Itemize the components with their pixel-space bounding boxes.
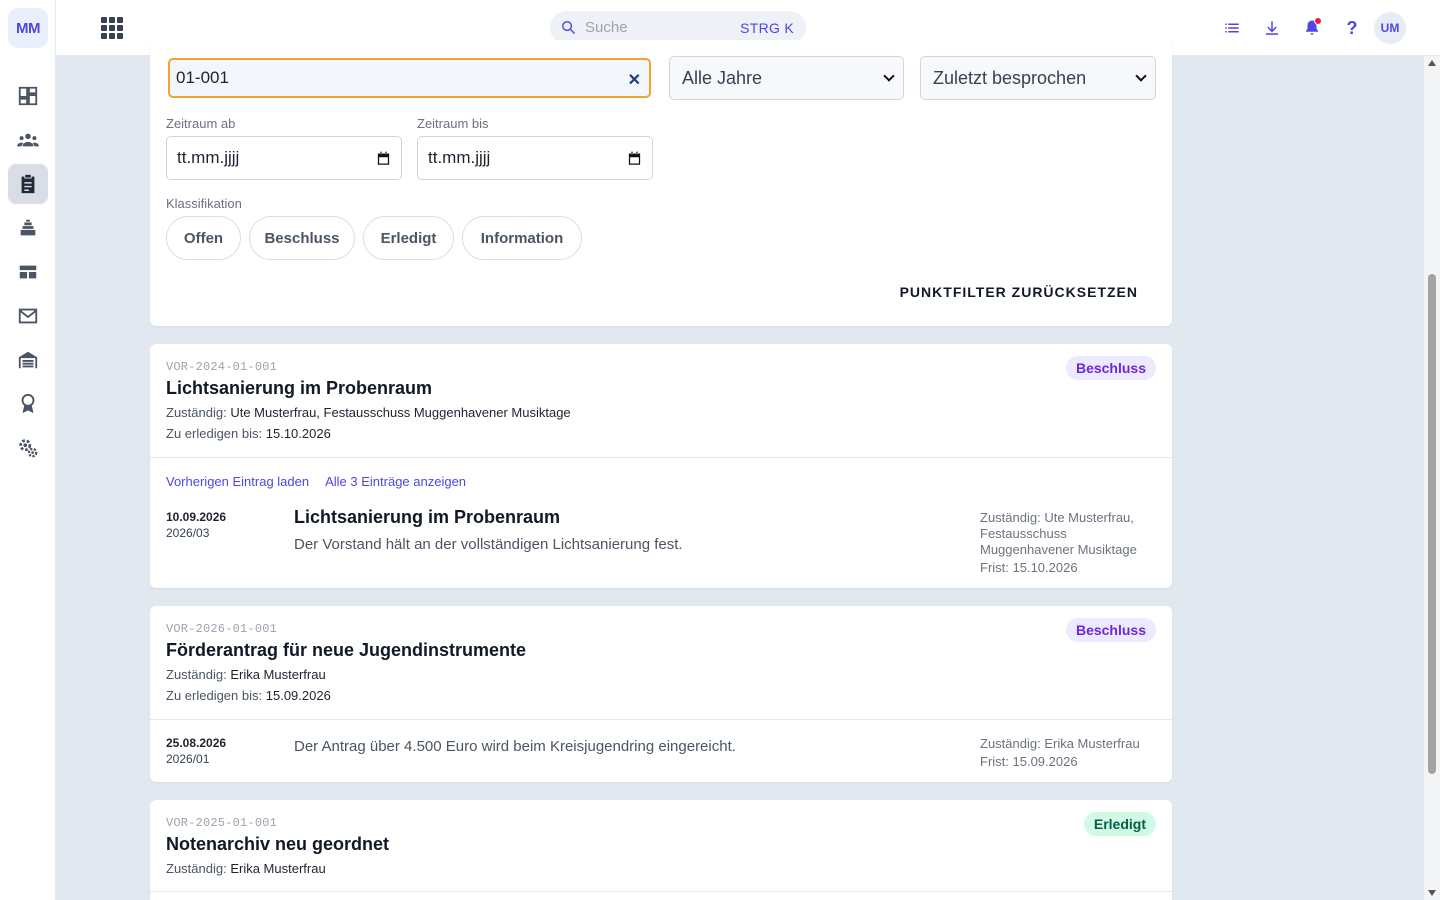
- item-responsible: Zuständig: Ute Musterfrau, Festausschuss…: [166, 405, 571, 420]
- item-code: VOR-2026-01-001: [166, 622, 278, 636]
- agenda-item-card: VOR-2026-01-001 Förderantrag für neue Ju…: [150, 606, 1172, 782]
- scroll-thumb[interactable]: [1428, 274, 1436, 774]
- item-title[interactable]: Lichtsanierung im Probenraum: [166, 378, 1156, 399]
- query-input[interactable]: 01-001 ✕: [168, 58, 651, 98]
- entry-date: 10.09.2026 2026/03: [166, 510, 227, 540]
- search-icon: [562, 21, 576, 35]
- entry-date: 25.08.2026 2026/01: [166, 736, 227, 766]
- award-icon: [21, 393, 35, 414]
- nav-members[interactable]: [8, 120, 48, 160]
- calendar-icon[interactable]: [627, 151, 642, 166]
- chevron-down-icon: [883, 70, 895, 82]
- search-shortcut: STRG K: [740, 19, 794, 36]
- entry-side-info: Zuständig: Ute Musterfrau, Festausschuss…: [980, 510, 1137, 575]
- item-due: Zu erledigen bis: 15.09.2026: [166, 688, 331, 703]
- search-placeholder: Suche: [585, 19, 628, 36]
- status-badge: Beschluss: [1065, 618, 1156, 642]
- entry-side-info: Zuständig: Erika Musterfrau Frist: 15.09…: [980, 736, 1140, 769]
- nav-buildings[interactable]: [8, 340, 48, 380]
- nav-tables[interactable]: [8, 252, 48, 292]
- calendar-icon[interactable]: [376, 151, 391, 166]
- nav-protocols[interactable]: [8, 164, 48, 204]
- item-title[interactable]: Notenarchiv neu geordnet: [166, 834, 1156, 855]
- clipboard-icon: [21, 174, 35, 194]
- chip-erledigt[interactable]: Erledigt: [363, 216, 454, 260]
- agenda-item-card: VOR-2025-01-001 Notenarchiv neu geordnet…: [150, 800, 1172, 900]
- status-badge: Erledigt: [1083, 812, 1156, 836]
- avatar[interactable]: UM: [1374, 12, 1406, 44]
- divider: [150, 891, 1172, 892]
- chip-beschluss[interactable]: Beschluss: [249, 216, 355, 260]
- item-due: Zu erledigen bis: 15.10.2026: [166, 426, 331, 441]
- chip-offen[interactable]: Offen: [166, 216, 241, 260]
- table-icon: [19, 265, 37, 279]
- page-scrollbar[interactable]: [1424, 56, 1440, 900]
- sort-select[interactable]: Zuletzt besprochen: [920, 56, 1156, 100]
- list-icon[interactable]: [1220, 16, 1244, 40]
- filter-panel: 01-001 ✕ Alle Jahre Zuletzt besprochen Z…: [150, 40, 1172, 326]
- entry-title: Lichtsanierung im Probenraum: [294, 507, 561, 527]
- load-previous-link[interactable]: Vorherigen Eintrag laden: [166, 474, 309, 489]
- status-badge: Beschluss: [1065, 356, 1156, 380]
- gear-icon: [19, 439, 38, 458]
- agenda-item-card: VOR-2024-01-001 Lichtsanierung im Proben…: [150, 344, 1172, 588]
- nav-awards[interactable]: [8, 384, 48, 424]
- item-code: VOR-2025-01-001: [166, 816, 278, 830]
- divider: [150, 719, 1172, 720]
- scroll-down-arrow[interactable]: [1428, 890, 1436, 896]
- item-code: VOR-2024-01-001: [166, 360, 278, 374]
- entry-text: Der Antrag über 4.500 Euro wird beim Kre…: [294, 738, 736, 755]
- warehouse-icon: [18, 351, 38, 369]
- help-icon[interactable]: ?: [1340, 16, 1364, 40]
- mail-icon: [18, 308, 38, 324]
- download-icon[interactable]: [1260, 16, 1284, 40]
- nav-settings[interactable]: [8, 428, 48, 468]
- nav-mail[interactable]: [8, 296, 48, 336]
- app-logo[interactable]: MM: [8, 8, 48, 48]
- date-to-input[interactable]: tt.mm.jjjj: [417, 136, 653, 180]
- scroll-up-arrow[interactable]: [1428, 60, 1436, 66]
- classification-label: Klassifikation: [166, 196, 242, 211]
- nav-inventory[interactable]: [8, 208, 48, 248]
- date-from-label: Zeitraum ab: [166, 116, 236, 131]
- bell-icon[interactable]: [1300, 16, 1324, 40]
- chevron-down-icon: [1135, 70, 1147, 82]
- inventory-icon: [20, 219, 36, 236]
- item-title[interactable]: Förderantrag für neue Jugendinstrumente: [166, 640, 1156, 661]
- query-value: 01-001: [176, 68, 229, 87]
- year-select[interactable]: Alle Jahre: [669, 56, 904, 100]
- people-icon: [17, 133, 39, 147]
- date-to-label: Zeitraum bis: [417, 116, 489, 131]
- sidebar: MM: [0, 0, 56, 900]
- divider: [150, 457, 1172, 458]
- apps-grid-icon[interactable]: [100, 16, 124, 40]
- reset-filter-button[interactable]: PUNKTFILTER ZURÜCKSETZEN: [900, 284, 1138, 300]
- entry-text: Der Vorstand hält an der vollständigen L…: [294, 536, 683, 553]
- show-all-entries-link[interactable]: Alle 3 Einträge anzeigen: [325, 474, 466, 489]
- nav-dashboard[interactable]: [8, 76, 48, 116]
- chip-information[interactable]: Information: [462, 216, 582, 260]
- date-from-input[interactable]: tt.mm.jjjj: [166, 136, 402, 180]
- dashboard-icon: [18, 86, 38, 106]
- notification-dot: [1314, 17, 1322, 25]
- clear-icon[interactable]: ✕: [628, 70, 641, 90]
- item-responsible: Zuständig: Erika Musterfrau: [166, 861, 326, 876]
- item-responsible: Zuständig: Erika Musterfrau: [166, 667, 326, 682]
